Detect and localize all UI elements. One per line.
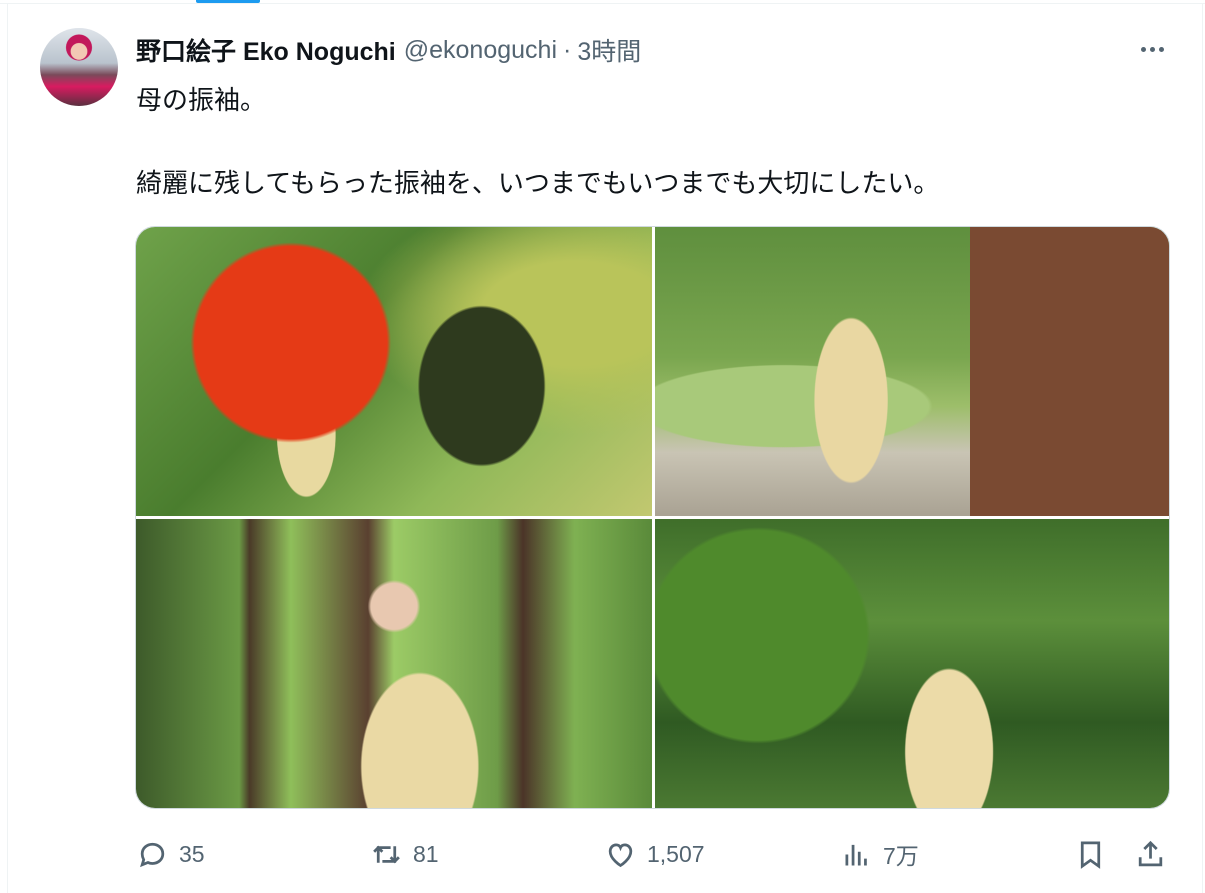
photo-2[interactable]: [655, 227, 1169, 516]
retweet-count: 81: [413, 840, 439, 867]
heart-icon: [608, 842, 633, 867]
avatar[interactable]: [40, 28, 118, 106]
like-count: 1,507: [647, 840, 705, 867]
user-handle[interactable]: @ekonoguchi: [404, 36, 557, 65]
bookmark-icon: [1080, 840, 1101, 869]
divider: [7, 3, 8, 893]
views-button[interactable]: 7万: [840, 834, 919, 874]
photo-3[interactable]: [136, 519, 652, 808]
share-button[interactable]: [1134, 834, 1167, 874]
tweet-text-line-1: 母の振袖。: [136, 85, 267, 115]
views-count: 7万: [883, 843, 919, 869]
separator: ·: [563, 35, 572, 64]
retweet-button[interactable]: 81: [370, 834, 439, 874]
timestamp[interactable]: 3時間: [577, 32, 641, 68]
retweet-icon: [373, 845, 400, 863]
bookmark-button[interactable]: [1074, 834, 1107, 874]
divider: [1202, 3, 1203, 893]
reply-icon: [140, 842, 165, 867]
photo-4[interactable]: [655, 519, 1169, 808]
divider: [0, 3, 1205, 4]
tweet-text-line-2: 綺麗に残してもらった振袖を、いつまでもいつまでも大切にしたい。: [136, 168, 940, 198]
tweet-header: 野口絵子 Eko Noguchi @ekonoguchi · 3時間: [136, 32, 641, 68]
action-bar: 35 81 1,507 7万: [136, 834, 1176, 874]
views-icon: [845, 844, 867, 865]
reply-count: 35: [179, 840, 205, 867]
more-icon[interactable]: [1134, 34, 1170, 64]
like-button[interactable]: 1,507: [604, 834, 705, 874]
reply-button[interactable]: 35: [136, 834, 205, 874]
display-name[interactable]: 野口絵子 Eko Noguchi: [136, 32, 396, 68]
share-icon: [1138, 840, 1163, 866]
media-grid: [135, 226, 1170, 809]
photo-1[interactable]: [136, 227, 652, 516]
